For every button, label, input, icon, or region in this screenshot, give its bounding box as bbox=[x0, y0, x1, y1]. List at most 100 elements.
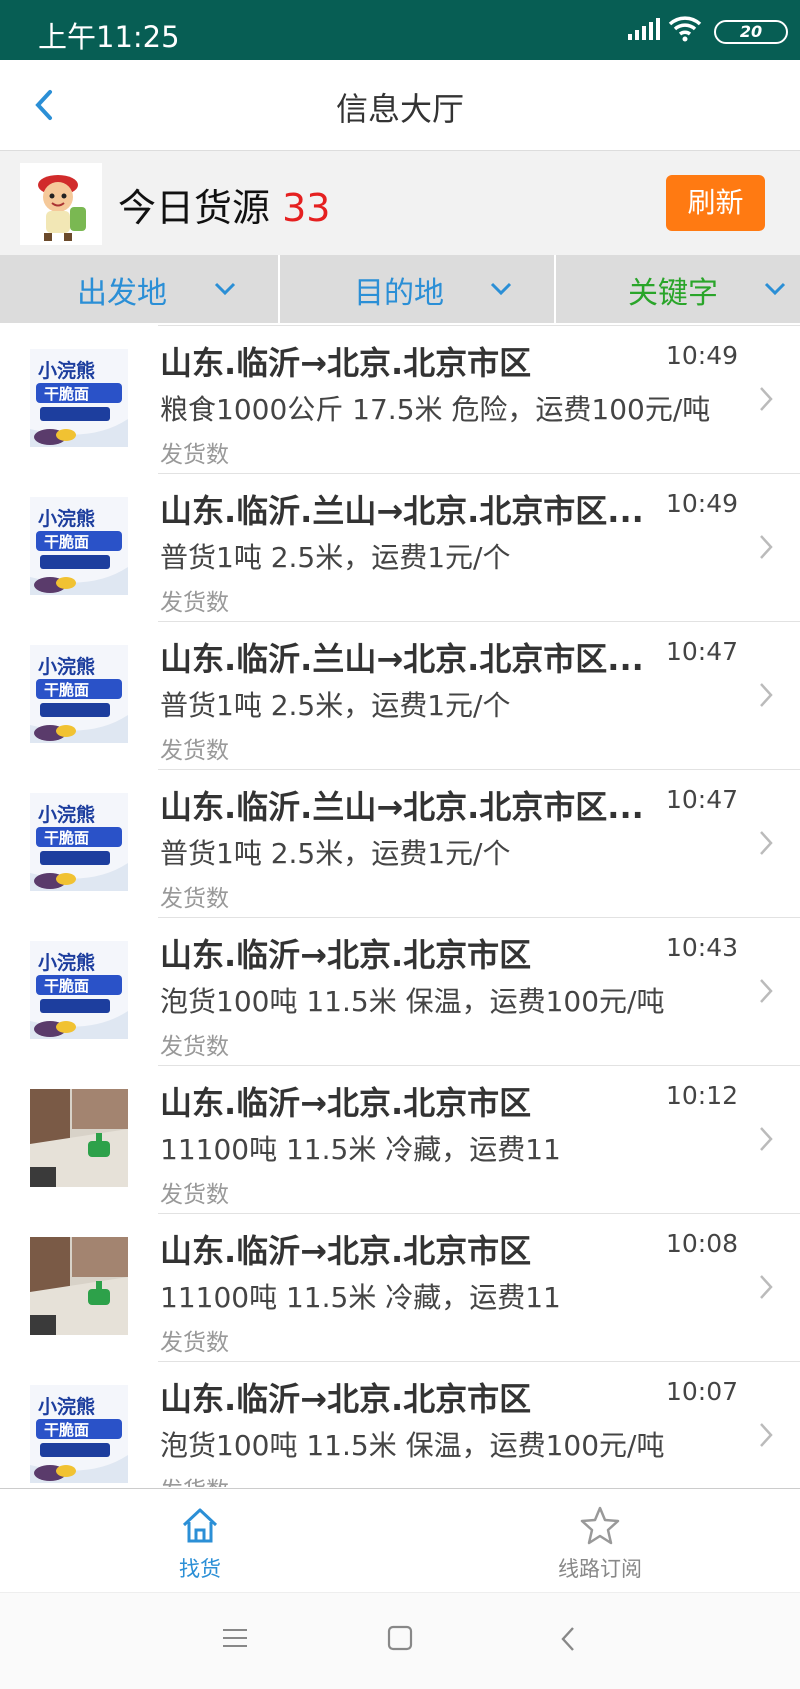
svg-text:干脆面: 干脆面 bbox=[44, 829, 89, 847]
cargo-thumbnail bbox=[30, 1089, 128, 1187]
today-summary: 今日货源 33 刷新 bbox=[0, 151, 800, 255]
page-title: 信息大厅 bbox=[335, 90, 464, 128]
svg-text:小浣熊: 小浣熊 bbox=[38, 951, 95, 974]
list-item[interactable]: 小浣熊 干脆面 山东.临沂→北京.北京市区 10:49 粮食1000公斤 17.… bbox=[0, 325, 800, 473]
tab-find-cargo-label: 找货 bbox=[179, 1557, 221, 1581]
listing-description: 泡货100吨 11.5米 保温，运费100元/吨 bbox=[160, 985, 665, 1018]
listing-description: 普货1吨 2.5米，运费1元/个 bbox=[160, 541, 511, 574]
back-nav-icon[interactable] bbox=[558, 1625, 578, 1657]
cargo-thumbnail: 小浣熊 干脆面 bbox=[30, 793, 128, 891]
refresh-button[interactable]: 刷新 bbox=[666, 175, 765, 231]
chevron-down-icon bbox=[764, 281, 786, 300]
listing-subtext: 发货数 bbox=[160, 738, 229, 764]
filter-keyword[interactable]: 关键字 bbox=[556, 255, 800, 323]
listing-time: 10:47 bbox=[665, 637, 738, 666]
listing-time: 10:49 bbox=[665, 341, 738, 370]
cargo-thumbnail: 小浣熊 干脆面 bbox=[30, 941, 128, 1039]
listing-subtext: 发货数 bbox=[160, 1034, 229, 1060]
filter-bar: 出发地 目的地 关键字 bbox=[0, 255, 800, 323]
today-source-label: 今日货源 33 bbox=[118, 177, 330, 232]
listing-route: 山东.临沂→北京.北京市区 bbox=[160, 1084, 532, 1122]
listing-description: 普货1吨 2.5米，运费1元/个 bbox=[160, 689, 511, 722]
listing-route: 山东.临沂→北京.北京市区 bbox=[160, 1380, 532, 1418]
cargo-thumbnail bbox=[30, 1237, 128, 1335]
cargo-list: 小浣熊 干脆面 山东.临沂→北京.北京市区 10:49 粮食1000公斤 17.… bbox=[0, 325, 800, 1487]
listing-route: 山东.临沂.兰山→北京.北京市区... bbox=[160, 788, 644, 826]
wifi-icon bbox=[668, 14, 702, 46]
tab-route-subscription[interactable]: 线路订阅 bbox=[500, 1505, 700, 1583]
list-item[interactable]: 小浣熊 干脆面 山东.临沂.兰山→北京.北京市区... 10:47 普货1吨 2… bbox=[0, 621, 800, 769]
list-item[interactable]: 小浣熊 干脆面 山东.临沂→北京.北京市区 10:07 泡货100吨 11.5米… bbox=[0, 1361, 800, 1487]
list-item[interactable]: 小浣熊 干脆面 山东.临沂.兰山→北京.北京市区... 10:49 普货1吨 2… bbox=[0, 473, 800, 621]
filter-origin-label: 出发地 bbox=[77, 276, 167, 311]
bottom-tab-bar: 找货 线路订阅 bbox=[0, 1488, 800, 1593]
svg-text:干脆面: 干脆面 bbox=[44, 533, 89, 551]
listing-route: 山东.临沂→北京.北京市区 bbox=[160, 344, 532, 382]
star-icon bbox=[579, 1506, 621, 1549]
chevron-right-icon bbox=[758, 1273, 774, 1305]
listing-time: 10:12 bbox=[665, 1081, 738, 1110]
filter-destination[interactable]: 目的地 bbox=[280, 255, 556, 323]
listing-description: 11100吨 11.5米 冷藏，运费11 bbox=[160, 1281, 561, 1314]
list-item[interactable]: 山东.临沂→北京.北京市区 10:08 11100吨 11.5米 冷藏，运费11… bbox=[0, 1213, 800, 1361]
listing-route: 山东.临沂.兰山→北京.北京市区... bbox=[160, 492, 644, 530]
battery-icon: 20 bbox=[714, 20, 788, 44]
row-divider bbox=[158, 1361, 800, 1362]
row-divider bbox=[158, 1065, 800, 1066]
svg-text:小浣熊: 小浣熊 bbox=[38, 803, 95, 826]
today-count: 33 bbox=[282, 186, 331, 230]
filter-destination-label: 目的地 bbox=[354, 276, 444, 311]
svg-text:小浣熊: 小浣熊 bbox=[38, 655, 95, 678]
row-divider bbox=[158, 769, 800, 770]
svg-text:干脆面: 干脆面 bbox=[44, 681, 89, 699]
cargo-thumbnail: 小浣熊 干脆面 bbox=[30, 645, 128, 743]
cargo-thumbnail: 小浣熊 干脆面 bbox=[30, 349, 128, 447]
tab-route-subscription-label: 线路订阅 bbox=[558, 1557, 642, 1581]
listing-time: 10:07 bbox=[665, 1377, 738, 1406]
row-divider bbox=[158, 325, 800, 326]
listing-subtext: 发货数 bbox=[160, 886, 229, 912]
chevron-right-icon bbox=[758, 1421, 774, 1453]
svg-text:小浣熊: 小浣熊 bbox=[38, 1395, 95, 1418]
listing-subtext: 发货数 bbox=[160, 442, 229, 468]
svg-text:小浣熊: 小浣熊 bbox=[38, 507, 95, 530]
tab-find-cargo[interactable]: 找货 bbox=[100, 1505, 300, 1583]
listing-subtext: 发货数 bbox=[160, 1182, 229, 1208]
menu-icon[interactable] bbox=[222, 1625, 248, 1655]
home-square-icon[interactable] bbox=[387, 1625, 413, 1655]
cargo-thumbnail: 小浣熊 干脆面 bbox=[30, 497, 128, 595]
listing-subtext: 发货数 bbox=[160, 1330, 229, 1356]
listing-time: 10:47 bbox=[665, 785, 738, 814]
svg-text:干脆面: 干脆面 bbox=[44, 977, 89, 995]
status-bar: 上午11:25 20 bbox=[0, 0, 800, 60]
home-icon bbox=[180, 1508, 220, 1549]
listing-time: 10:08 bbox=[665, 1229, 738, 1258]
signal-icon bbox=[628, 16, 660, 46]
listing-route: 山东.临沂.兰山→北京.北京市区... bbox=[160, 640, 644, 678]
filter-origin[interactable]: 出发地 bbox=[0, 255, 280, 323]
listing-time: 10:43 bbox=[665, 933, 738, 962]
listing-subtext: 发货数 bbox=[160, 590, 229, 616]
svg-text:干脆面: 干脆面 bbox=[44, 1421, 89, 1439]
chevron-down-icon bbox=[490, 281, 512, 300]
list-item[interactable]: 小浣熊 干脆面 山东.临沂→北京.北京市区 10:43 泡货100吨 11.5米… bbox=[0, 917, 800, 1065]
listing-description: 普货1吨 2.5米，运费1元/个 bbox=[160, 837, 511, 870]
svg-text:小浣熊: 小浣熊 bbox=[38, 359, 95, 382]
chevron-right-icon bbox=[758, 533, 774, 565]
listing-description: 11100吨 11.5米 冷藏，运费11 bbox=[160, 1133, 561, 1166]
listing-description: 泡货100吨 11.5米 保温，运费100元/吨 bbox=[160, 1429, 665, 1462]
listing-route: 山东.临沂→北京.北京市区 bbox=[160, 936, 532, 974]
svg-text:干脆面: 干脆面 bbox=[44, 385, 89, 403]
chevron-right-icon bbox=[758, 1125, 774, 1157]
listing-time: 10:49 bbox=[665, 489, 738, 518]
title-bar: 信息大厅 bbox=[0, 60, 800, 151]
row-divider bbox=[158, 621, 800, 622]
listing-description: 粮食1000公斤 17.5米 危险，运费100元/吨 bbox=[160, 393, 711, 426]
listing-subtext: 发货数 bbox=[160, 1471, 229, 1487]
chevron-right-icon bbox=[758, 681, 774, 713]
row-divider bbox=[158, 1213, 800, 1214]
row-divider bbox=[158, 473, 800, 474]
list-item[interactable]: 小浣熊 干脆面 山东.临沂.兰山→北京.北京市区... 10:47 普货1吨 2… bbox=[0, 769, 800, 917]
list-item[interactable]: 山东.临沂→北京.北京市区 10:12 11100吨 11.5米 冷藏，运费11… bbox=[0, 1065, 800, 1213]
system-nav-bar bbox=[0, 1592, 800, 1689]
